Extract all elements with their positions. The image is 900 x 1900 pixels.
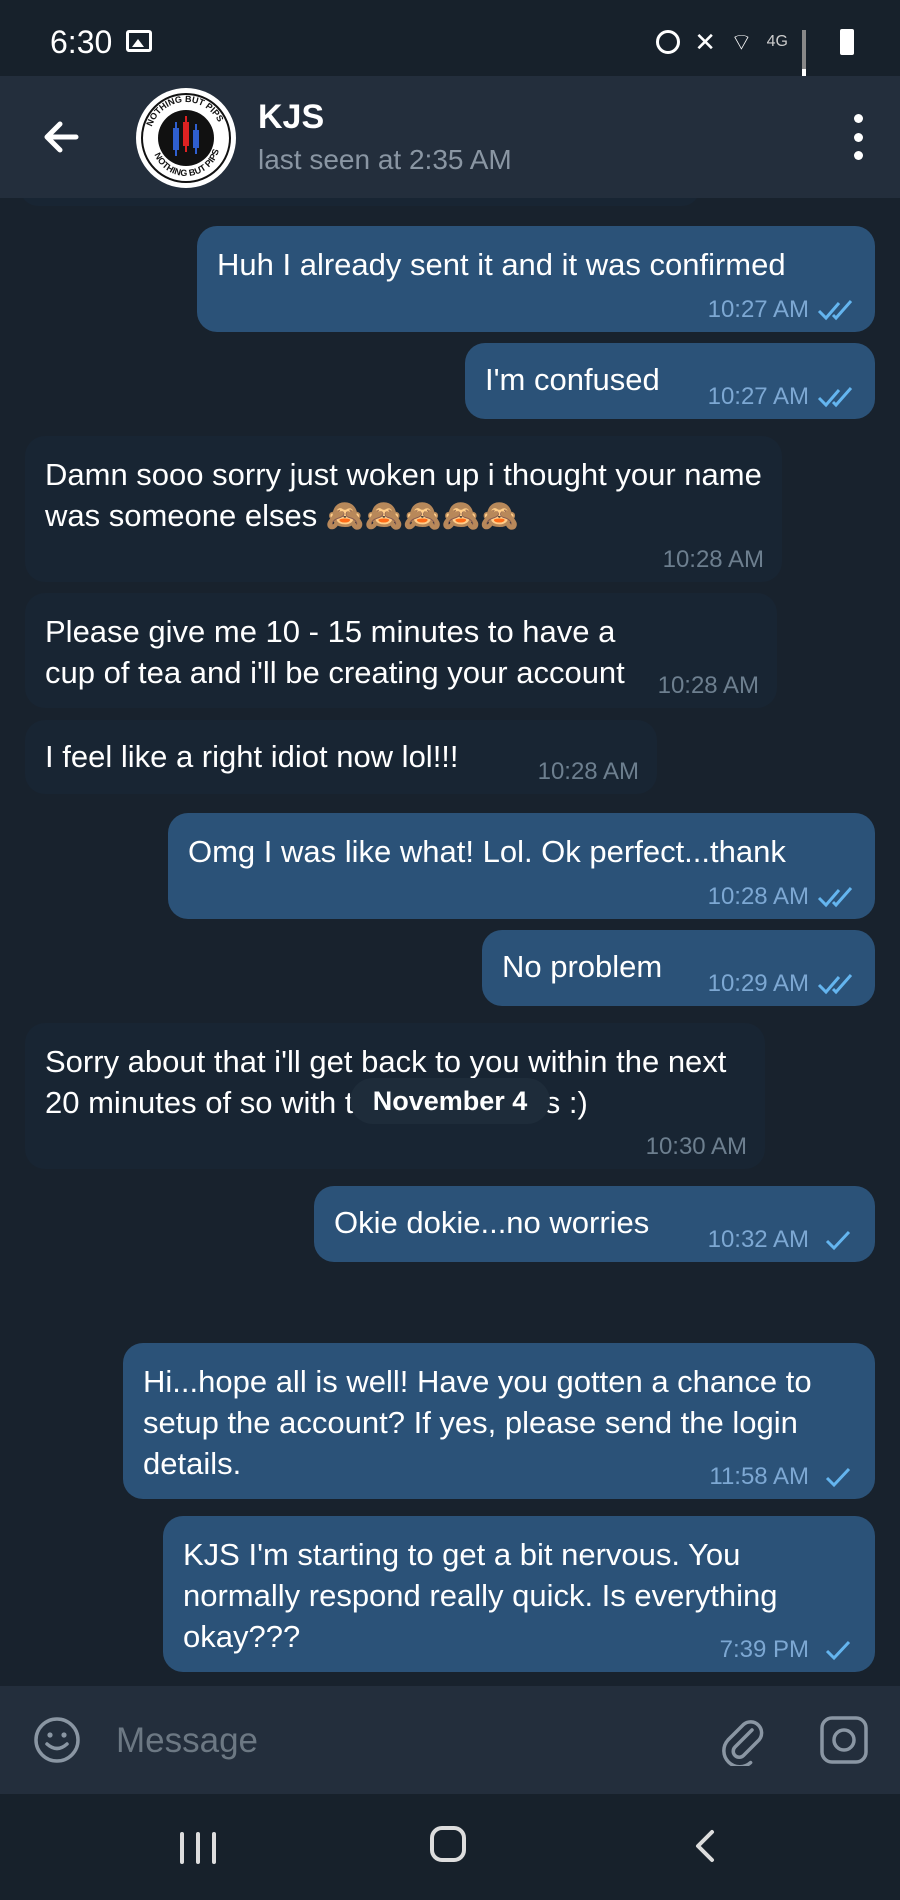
single-check-icon xyxy=(825,1467,851,1488)
message-meta: 10:32 AM xyxy=(708,1226,857,1254)
message-bubble[interactable]: Hi...hope all is well! Have you gotten a… xyxy=(123,1343,875,1499)
message-text: Damn sooo sorry just woken up i thought … xyxy=(45,457,762,533)
message-time: 10:28 AM xyxy=(662,546,764,573)
message-meta: 10:28 AM xyxy=(708,883,857,911)
network-type-label: 4G xyxy=(766,33,788,50)
message-time: 10:32 AM xyxy=(707,1226,809,1253)
message-input[interactable] xyxy=(114,1712,678,1770)
message-text: Omg I was like what! Lol. Ok perfect...t… xyxy=(188,834,786,869)
message-list[interactable]: Huh I already sent it and it was confirm… xyxy=(0,198,900,1686)
message-bubble[interactable]: Please give me 10 - 15 minutes to have a… xyxy=(25,593,777,708)
message-time: 10:29 AM xyxy=(707,970,809,997)
image-notification-icon xyxy=(126,30,152,52)
message-bubble[interactable]: KJS I'm starting to get a bit nervous. Y… xyxy=(163,1516,875,1672)
message-meta: 11:58 AM xyxy=(709,1463,857,1491)
message-time: 11:58 AM xyxy=(709,1463,809,1490)
message-meta: 10:27 AM xyxy=(708,383,857,411)
home-icon[interactable] xyxy=(430,1826,466,1862)
mute-icon: ✕ xyxy=(694,27,717,57)
message-meta: 10:27 AM xyxy=(708,296,857,324)
message-meta: 10:29 AM xyxy=(708,970,857,998)
previous-message-bubble xyxy=(20,198,700,206)
message-time: 10:30 AM xyxy=(645,1133,747,1160)
message-bubble[interactable]: I feel like a right idiot now lol!!! 10:… xyxy=(25,720,657,794)
back-icon[interactable] xyxy=(690,1828,720,1864)
message-bubble[interactable]: Omg I was like what! Lol. Ok perfect...t… xyxy=(168,813,875,919)
message-time: 10:28 AM xyxy=(707,883,809,910)
message-bubble[interactable]: I'm confused 10:27 AM xyxy=(465,343,875,419)
message-meta: 7:39 PM xyxy=(720,1636,857,1664)
wifi-icon: ⌔ xyxy=(730,29,753,56)
system-nav-bar xyxy=(0,1794,900,1900)
contact-name[interactable]: KJS xyxy=(258,98,324,137)
camera-icon[interactable] xyxy=(818,1714,870,1766)
date-divider: November 4 xyxy=(350,1078,550,1124)
message-time: 10:28 AM xyxy=(657,672,759,699)
message-bubble[interactable]: Okie dokie...no worries 10:32 AM xyxy=(314,1186,875,1262)
message-time: 10:27 AM xyxy=(707,296,809,323)
message-composer xyxy=(0,1686,900,1794)
message-bubble[interactable]: Damn sooo sorry just woken up i thought … xyxy=(25,436,782,582)
attach-icon[interactable] xyxy=(716,1714,768,1766)
last-seen-status: last seen at 2:35 AM xyxy=(258,144,512,175)
single-check-icon xyxy=(825,1230,851,1251)
double-check-icon xyxy=(817,974,853,995)
message-text: Please give me 10 - 15 minutes to have a… xyxy=(45,614,625,690)
battery-icon xyxy=(840,29,854,55)
status-time: 6:30 xyxy=(50,24,113,60)
recents-icon[interactable] xyxy=(180,1832,216,1864)
double-check-icon xyxy=(817,300,853,321)
avatar[interactable]: NOTHING BUT PIPS NOTHING BUT PIPS xyxy=(136,88,236,188)
signal-icon xyxy=(802,30,826,93)
message-time: 10:28 AM xyxy=(537,758,639,785)
double-check-icon xyxy=(817,387,853,408)
message-meta: 10:28 AM xyxy=(663,546,764,574)
single-check-icon xyxy=(825,1640,851,1661)
message-bubble[interactable]: No problem 10:29 AM xyxy=(482,930,875,1006)
message-time: 7:39 PM xyxy=(719,1636,809,1663)
message-meta: 10:28 AM xyxy=(658,672,759,700)
message-text: Huh I already sent it and it was confirm… xyxy=(217,247,786,282)
double-check-icon xyxy=(817,887,853,908)
logo-icon: NOTHING BUT PIPS NOTHING BUT PIPS xyxy=(138,90,234,186)
message-meta: 10:28 AM xyxy=(538,758,639,786)
message-bubble[interactable]: Huh I already sent it and it was confirm… xyxy=(197,226,875,332)
more-options-icon[interactable] xyxy=(852,114,864,160)
back-arrow-icon[interactable] xyxy=(36,112,86,162)
chat-header: NOTHING BUT PIPS NOTHING BUT PIPS KJS la… xyxy=(0,76,900,198)
alarm-icon xyxy=(656,30,681,54)
message-meta: 10:30 AM xyxy=(646,1133,747,1161)
emoji-icon[interactable] xyxy=(32,1715,82,1765)
status-bar: 6:30 ✕ ⌔ 4G xyxy=(0,0,900,93)
message-time: 10:27 AM xyxy=(707,383,809,410)
status-icons: ✕ ⌔ 4G xyxy=(656,26,854,93)
